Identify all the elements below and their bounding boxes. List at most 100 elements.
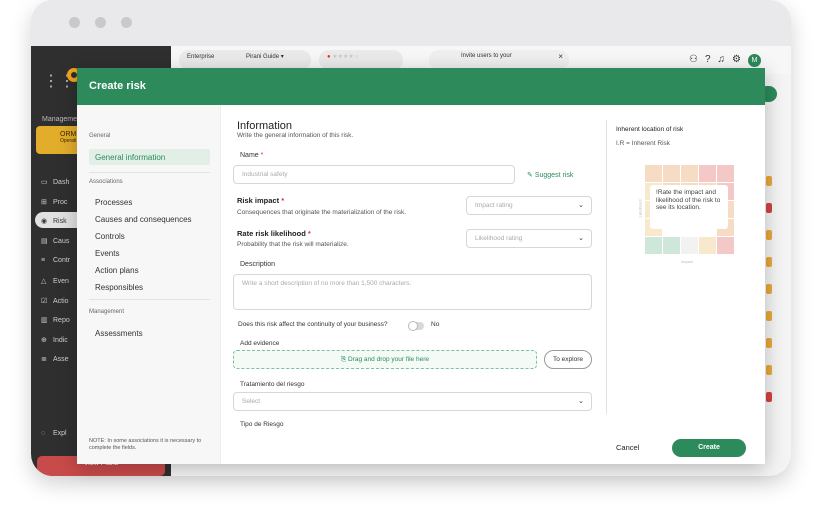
nav-item-responsibles[interactable]: Responsibles bbox=[95, 283, 143, 292]
close-icon[interactable]: × bbox=[558, 52, 563, 61]
sidebar-item-events[interactable]: △ Even bbox=[41, 277, 69, 285]
sidebar-item-causes[interactable]: ▤ Caus bbox=[41, 237, 69, 245]
continuity-value: No bbox=[431, 321, 440, 328]
sidebar-item-risks[interactable]: ◉ Risk bbox=[41, 217, 67, 225]
likelihood-sub: Probability that the risk will materiali… bbox=[237, 241, 349, 248]
matrix-cell bbox=[699, 165, 716, 182]
guide-link[interactable]: Pirani Guide bbox=[246, 54, 279, 60]
status-chip bbox=[766, 338, 772, 348]
warning-icon: △ bbox=[41, 278, 47, 285]
risk-type-label: Tipo de Riesgo bbox=[240, 421, 284, 428]
status-chip bbox=[766, 284, 772, 294]
add-user-icon[interactable]: ⚇ bbox=[689, 54, 705, 65]
status-chip bbox=[766, 311, 772, 321]
nav-item-general-information[interactable]: General information bbox=[89, 149, 210, 165]
clip-icon: ⎘ bbox=[341, 356, 347, 363]
matrix-cell bbox=[699, 237, 716, 254]
likelihood-select[interactable]: Likelihood rating ⌄ bbox=[466, 229, 592, 248]
nav-item-causes-consequences[interactable]: Causes and consequences bbox=[95, 215, 192, 224]
matrix-axis-x: Impact bbox=[681, 259, 694, 264]
matrix-cell bbox=[681, 165, 698, 182]
window-dot-minimize[interactable] bbox=[95, 17, 106, 28]
impact-sub: Consequences that originate the material… bbox=[237, 209, 407, 216]
nav-item-events[interactable]: Events bbox=[95, 249, 119, 258]
risk-icon: ◉ bbox=[41, 218, 48, 225]
nav-item-action-plans[interactable]: Action plans bbox=[95, 266, 139, 275]
name-input[interactable]: Industrial safety bbox=[233, 165, 515, 184]
modal-header: Create risk bbox=[77, 68, 765, 105]
chevron-down-icon: ⌄ bbox=[578, 398, 584, 405]
divider bbox=[89, 172, 210, 173]
matrix-cell bbox=[717, 165, 734, 182]
treatment-select[interactable]: Select ⌄ bbox=[233, 392, 592, 411]
chevron-down-icon: ⌄ bbox=[578, 235, 584, 242]
sidebar-item-indicators[interactable]: ⊕ Indic bbox=[41, 336, 68, 344]
report-icon: ▥ bbox=[41, 317, 48, 324]
nav-item-controls[interactable]: Controls bbox=[95, 232, 125, 241]
description-textarea[interactable]: Write a short description of no more tha… bbox=[233, 274, 592, 310]
invite-pill[interactable]: Invite users to your × bbox=[429, 50, 569, 70]
nav-item-assessments[interactable]: Assessments bbox=[95, 329, 143, 338]
plan-title: Enterprise bbox=[187, 54, 215, 60]
nav-section-associations: Associations bbox=[89, 179, 123, 185]
matrix-cell bbox=[663, 237, 680, 254]
sidebar-item-explore[interactable]: ◌ Expl bbox=[41, 430, 67, 437]
monitor-icon: ▭ bbox=[41, 179, 48, 186]
sidebar-item-reports[interactable]: ▥ Repo bbox=[41, 316, 70, 324]
top-icons: ⚇?♫⚙ M bbox=[689, 54, 761, 67]
matrix-axis-y: Likelihood bbox=[637, 199, 643, 218]
create-button[interactable]: Create bbox=[672, 439, 746, 457]
target-icon: ⊕ bbox=[41, 337, 47, 344]
assessment-icon: ≣ bbox=[41, 356, 47, 363]
rating-pill: ● ★★★★☆ bbox=[319, 50, 403, 70]
gear-icon[interactable]: ⚙ bbox=[732, 54, 748, 65]
sidebar-item-processes[interactable]: ⊞ Proc bbox=[41, 198, 67, 206]
likelihood-label: Rate risk likelihood * bbox=[237, 229, 311, 238]
checklist-icon: ☑ bbox=[41, 298, 48, 305]
matrix-cell bbox=[645, 237, 662, 254]
sidebar-item-controls[interactable]: ≡ Contr bbox=[41, 257, 70, 264]
evidence-dropzone[interactable]: ⎘ Drag and drop your file here bbox=[233, 350, 537, 369]
evidence-label: Add evidence bbox=[240, 340, 280, 347]
suggest-risk-button[interactable]: ✎ Suggest risk bbox=[527, 171, 573, 179]
sidebar-item-assessments[interactable]: ≣ Asse bbox=[41, 355, 69, 363]
process-icon: ⊞ bbox=[41, 199, 47, 206]
nav-note: NOTE: In some associations it is necessa… bbox=[89, 438, 202, 451]
status-chip bbox=[766, 257, 772, 267]
bell-icon[interactable]: ♫ bbox=[718, 54, 733, 65]
name-label: Name * bbox=[240, 152, 264, 159]
status-chip bbox=[766, 176, 772, 186]
cancel-button[interactable]: Cancel bbox=[616, 443, 639, 452]
impact-select[interactable]: Impact rating ⌄ bbox=[466, 196, 592, 215]
status-chip bbox=[766, 230, 772, 240]
matrix-cell bbox=[663, 165, 680, 182]
modal-title: Create risk bbox=[89, 80, 146, 92]
window-dot-maximize[interactable] bbox=[121, 17, 132, 28]
matrix-hint: !Rate the impact and likelihood of the r… bbox=[650, 185, 728, 229]
form-heading: Information bbox=[237, 120, 293, 132]
invite-text: Invite users to your bbox=[461, 53, 512, 59]
divider bbox=[89, 299, 210, 300]
sidebar-item-dashboard[interactable]: ▭ Dash bbox=[41, 178, 69, 186]
window-dot-close[interactable] bbox=[69, 17, 80, 28]
g2-logo-icon: ● bbox=[327, 54, 331, 60]
location-subtitle: I.R = Inherent Risk bbox=[616, 140, 671, 147]
continuity-toggle[interactable] bbox=[408, 321, 424, 331]
vertical-divider bbox=[606, 120, 607, 414]
modal-nav: General General information Associations… bbox=[77, 105, 221, 464]
explore-button[interactable]: To explore bbox=[544, 350, 592, 369]
nav-item-processes[interactable]: Processes bbox=[95, 198, 132, 207]
management-label: Managemen bbox=[42, 116, 81, 123]
avatar[interactable]: M bbox=[748, 54, 761, 67]
window-chrome bbox=[31, 0, 791, 46]
help-icon[interactable]: ? bbox=[705, 54, 718, 65]
location-title: Inherent location of risk bbox=[616, 126, 684, 133]
plan-pill[interactable]: Enterprise Pirani Guide ▾ bbox=[179, 50, 311, 70]
status-chip bbox=[766, 365, 772, 375]
status-chip bbox=[766, 203, 772, 213]
nav-section-general: General bbox=[89, 133, 111, 139]
matrix-cell bbox=[645, 165, 662, 182]
description-label: Description bbox=[240, 261, 276, 268]
sidebar-item-action-plans[interactable]: ☑ Actio bbox=[41, 297, 69, 305]
controls-icon: ≡ bbox=[41, 257, 46, 264]
